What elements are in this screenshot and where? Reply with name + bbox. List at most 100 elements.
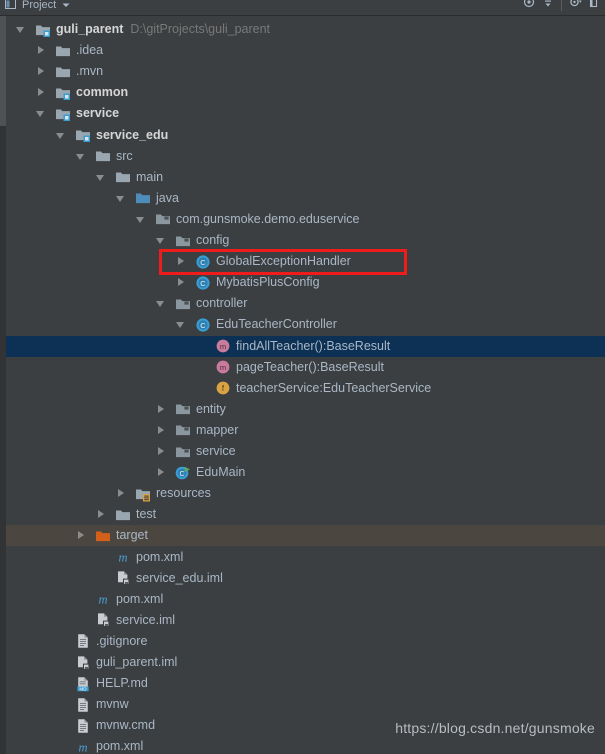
tree-twisty-expanded-icon[interactable] — [55, 125, 67, 146]
locate-icon[interactable] — [523, 0, 535, 13]
tree-twisty-collapsed-icon[interactable] — [75, 525, 87, 546]
tree-row[interactable]: java — [6, 188, 605, 209]
chevron-down-icon[interactable] — [61, 0, 71, 15]
tree-row[interactable]: service_edu — [6, 125, 605, 146]
tree-twisty-expanded-icon[interactable] — [155, 293, 167, 314]
method-icon: m — [215, 338, 231, 354]
tree-twisty-none — [95, 568, 107, 589]
maven-file-icon: m — [115, 549, 131, 565]
svg-text:m: m — [78, 740, 87, 754]
tree-twisty-none — [195, 378, 207, 399]
tree-row[interactable]: m pom.xml — [6, 547, 605, 568]
tool-window-header: Project — [0, 0, 605, 16]
class-icon: C — [195, 254, 211, 270]
resources-folder-icon — [135, 486, 151, 502]
tree-twisty-collapsed-icon[interactable] — [155, 399, 167, 420]
tree-twisty-none — [55, 736, 67, 754]
tree-row[interactable]: service_edu.iml — [6, 568, 605, 589]
tree-row[interactable]: resources — [6, 483, 605, 504]
watermark: https://blog.csdn.net/gunsmoke — [395, 720, 595, 736]
tree-row[interactable]: service — [6, 103, 605, 124]
tree-twisty-expanded-icon[interactable] — [175, 314, 187, 335]
tree-twisty-collapsed-icon[interactable] — [155, 462, 167, 483]
hide-icon[interactable] — [589, 0, 599, 13]
tree-row[interactable]: C EduTeacherController — [6, 314, 605, 335]
package-icon — [175, 296, 191, 312]
tree-row[interactable]: src — [6, 146, 605, 167]
tree-twisty-expanded-icon[interactable] — [75, 146, 87, 167]
tree-row-label: common — [76, 85, 129, 100]
tree-row[interactable]: .mvn — [6, 61, 605, 82]
tree-row[interactable]: m pageTeacher():BaseResult — [6, 357, 605, 378]
tree-row[interactable]: m pom.xml — [6, 736, 605, 754]
module-folder-icon — [55, 106, 71, 122]
tree-twisty-collapsed-icon[interactable] — [115, 483, 127, 504]
source-folder-icon — [135, 190, 151, 206]
text-file-icon — [75, 718, 91, 734]
tree-twisty-expanded-icon[interactable] — [135, 209, 147, 230]
tree-twisty-expanded-icon[interactable] — [155, 230, 167, 251]
tree-row[interactable]: config — [6, 230, 605, 251]
module-folder-icon — [55, 85, 71, 101]
tree-row[interactable]: entity — [6, 399, 605, 420]
tree-twisty-none — [55, 652, 67, 673]
tree-row[interactable]: m findAllTeacher():BaseResult — [6, 335, 605, 357]
tree-row[interactable]: C EduMain — [6, 462, 605, 483]
project-view-icon[interactable] — [5, 0, 17, 15]
field-icon: f — [215, 380, 231, 396]
tree-twisty-collapsed-icon[interactable] — [175, 272, 187, 293]
tree-row-label: config — [196, 233, 230, 247]
tree-row[interactable]: C GlobalExceptionHandler — [6, 251, 605, 272]
tree-row-label: MybatisPlusConfig — [216, 275, 320, 290]
tree-row-label: pom.xml — [136, 549, 184, 564]
tree-row-label: guli_parent — [56, 22, 124, 36]
settings-gear-icon[interactable] — [569, 0, 582, 13]
tree-row[interactable]: service — [6, 441, 605, 462]
tree-twisty-expanded-icon[interactable] — [95, 167, 107, 188]
package-icon — [155, 211, 171, 227]
tree-row[interactable]: guli_parent.iml — [6, 652, 605, 673]
collapse-all-icon[interactable] — [542, 0, 554, 13]
tree-row-label: mvnw.cmd — [96, 718, 156, 733]
tree-row-label: service — [76, 106, 120, 121]
tree-row[interactable]: target — [6, 525, 605, 547]
maven-file-icon: m — [75, 739, 91, 754]
tree-twisty-expanded-icon[interactable] — [15, 19, 27, 40]
tree-row-label: GlobalExceptionHandler — [216, 254, 351, 269]
tree-row[interactable]: test — [6, 504, 605, 525]
tree-row[interactable]: f teacherService:EduTeacherService — [6, 378, 605, 399]
tree-row[interactable]: .gitignore — [6, 631, 605, 652]
svg-text:C: C — [200, 321, 206, 330]
tree-twisty-collapsed-icon[interactable] — [155, 441, 167, 462]
tree-twisty-none — [55, 631, 67, 652]
tree-twisty-expanded-icon[interactable] — [115, 188, 127, 209]
project-tree[interactable]: guli_parent D:\gitProjects\guli_parent .id… — [0, 16, 605, 754]
project-tool-window: Project guli_parent D:\gitProjects\guli_… — [0, 0, 605, 754]
tree-row[interactable]: main — [6, 167, 605, 188]
tree-row[interactable]: guli_parent D:\gitProjects\guli_parent — [6, 19, 605, 40]
tree-row-label: test — [136, 507, 157, 522]
tree-row[interactable]: .idea — [6, 40, 605, 61]
tree-twisty-expanded-icon[interactable] — [35, 103, 47, 124]
class-icon: C — [195, 317, 211, 333]
tree-row[interactable]: controller — [6, 293, 605, 314]
tree-row[interactable]: service.iml — [6, 610, 605, 631]
tree-row[interactable]: C MybatisPlusConfig — [6, 272, 605, 293]
iml-file-icon — [115, 570, 131, 586]
tree-twisty-collapsed-icon[interactable] — [35, 61, 47, 82]
tree-twisty-collapsed-icon[interactable] — [35, 82, 47, 103]
tree-twisty-collapsed-icon[interactable] — [35, 40, 47, 61]
module-folder-icon — [35, 22, 51, 38]
class-icon: C — [195, 275, 211, 291]
tree-twisty-collapsed-icon[interactable] — [155, 420, 167, 441]
svg-text:C: C — [200, 258, 206, 267]
tree-row[interactable]: m pom.xml — [6, 589, 605, 610]
tree-twisty-collapsed-icon[interactable] — [95, 504, 107, 525]
tree-row[interactable]: mvnw — [6, 694, 605, 715]
tree-row[interactable]: mapper — [6, 420, 605, 441]
tree-twisty-collapsed-icon[interactable] — [175, 251, 187, 272]
tree-row[interactable]: MD HELP.md — [6, 673, 605, 694]
tree-row[interactable]: com.gunsmoke.demo.eduservice — [6, 209, 605, 230]
tree-row[interactable]: common — [6, 82, 605, 103]
package-icon — [175, 233, 191, 249]
